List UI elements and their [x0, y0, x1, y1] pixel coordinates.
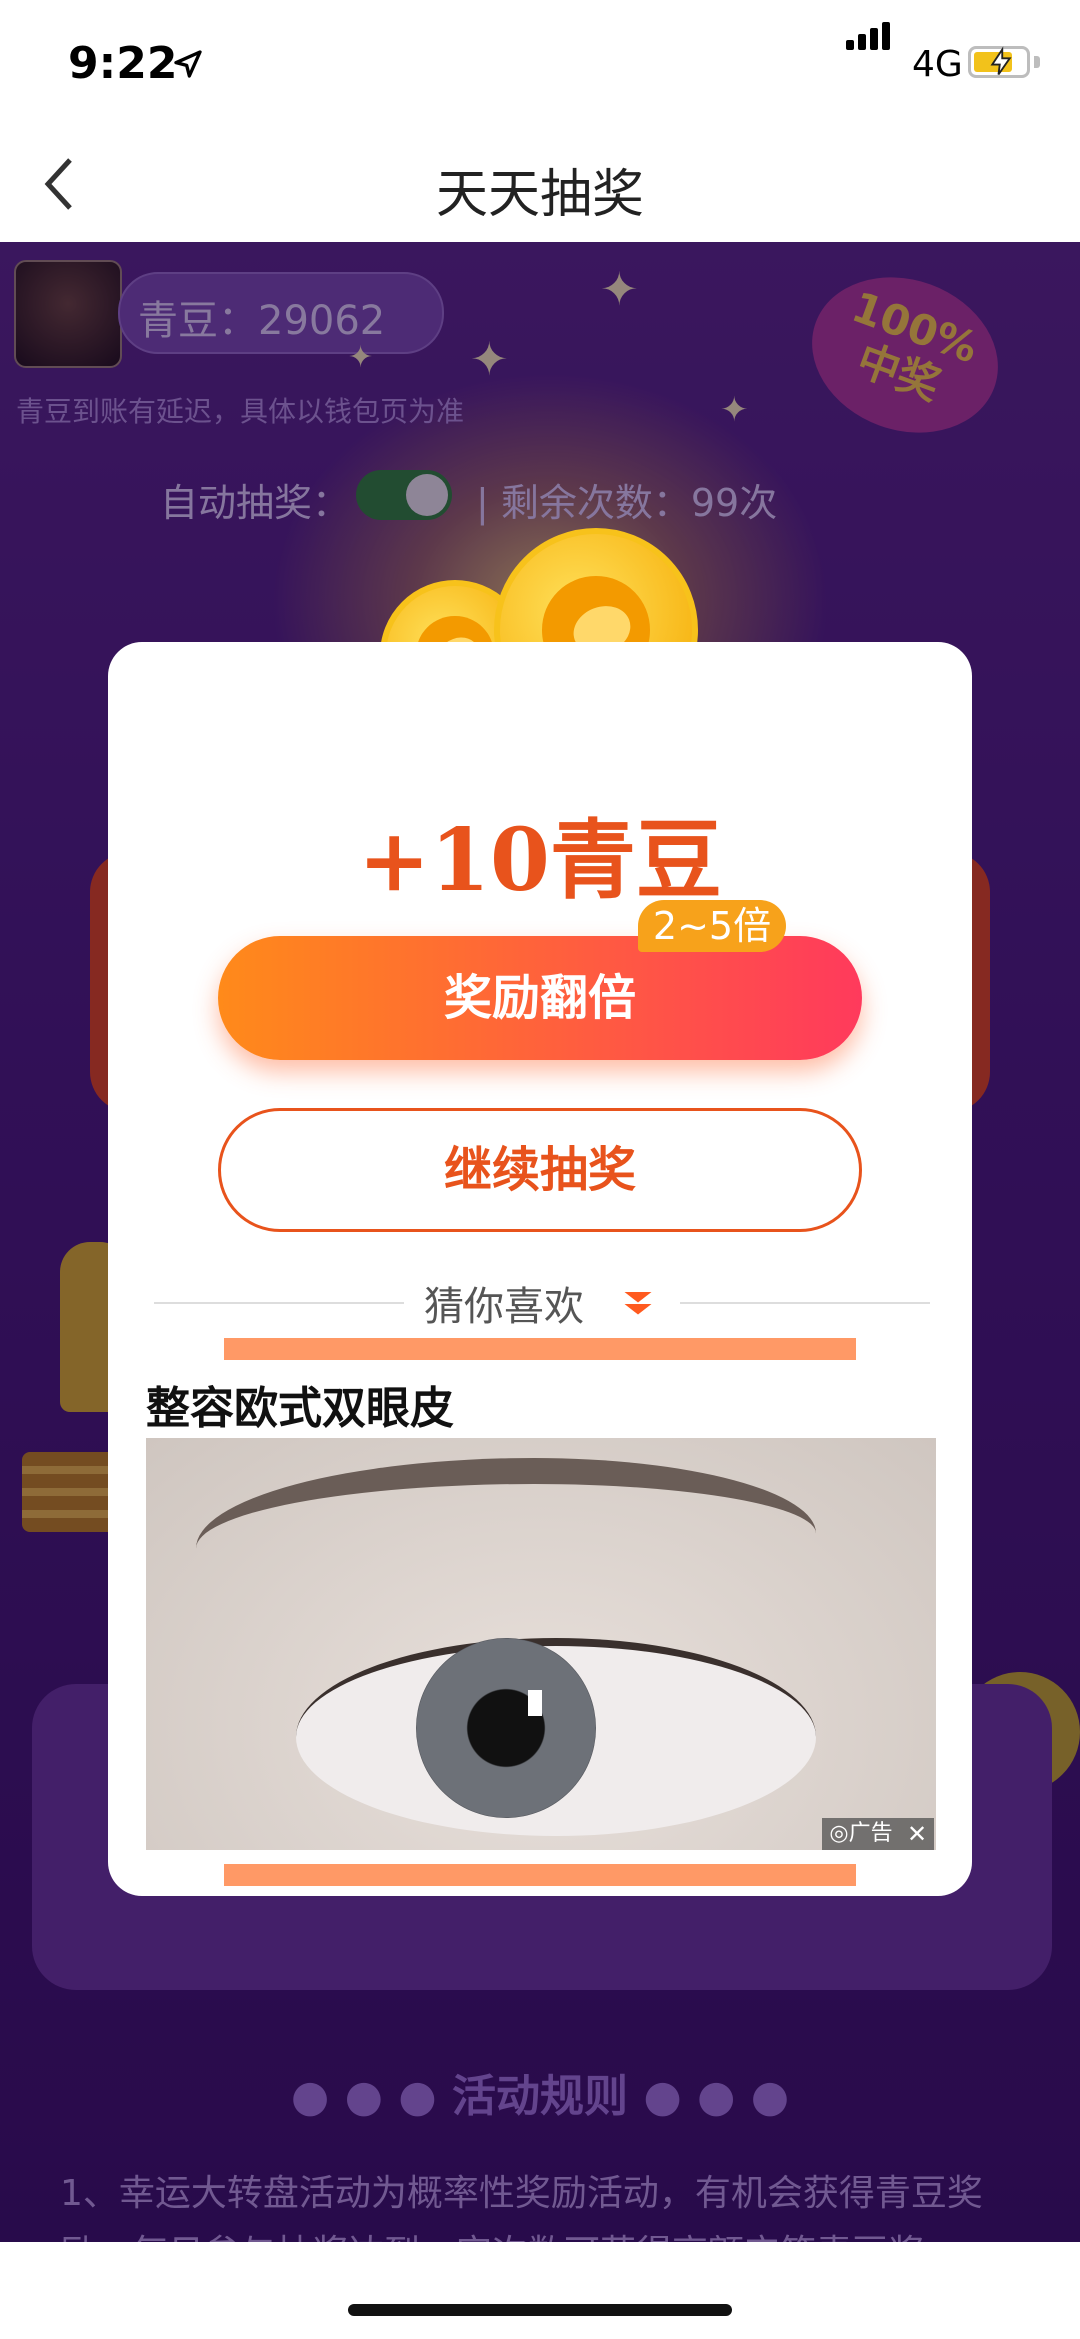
- ad-close-icon[interactable]: ✕: [900, 1818, 934, 1850]
- ad-image[interactable]: [146, 1438, 936, 1850]
- battery-tip: [1034, 56, 1040, 68]
- network-label: 4G: [912, 44, 963, 85]
- double-multiplier-badge: 2~5倍: [638, 900, 786, 952]
- home-area: [0, 2242, 1080, 2339]
- bolt-icon: [990, 46, 1012, 76]
- reward-amount: +10青豆: [358, 810, 722, 911]
- nav-bar: 天天抽奖: [0, 130, 1080, 243]
- double-reward-button[interactable]: 奖励翻倍: [218, 936, 862, 1060]
- page-title: 天天抽奖: [435, 165, 644, 225]
- ad-bar: [224, 1864, 856, 1886]
- reward-modal: +10青豆 奖励翻倍 2~5倍 继续抽奖 猜你喜欢 整容欧式双眼皮 ◎广告 ✕: [108, 642, 972, 1896]
- guess-you-like-label: 猜你喜欢: [424, 1284, 584, 1330]
- double-chevron-down-icon: [624, 1292, 652, 1315]
- divider: [154, 1302, 404, 1304]
- ad-tag: ◎广告: [822, 1818, 900, 1850]
- home-indicator[interactable]: [348, 2304, 732, 2316]
- divider: [680, 1302, 930, 1304]
- ad-tag-text: 广告: [848, 1821, 893, 1846]
- status-bar: 9:22 4G: [0, 0, 1080, 130]
- status-time: 9:22: [68, 38, 178, 89]
- location-arrow-icon: [174, 50, 202, 78]
- ad-bar: [224, 1338, 856, 1360]
- continue-draw-button[interactable]: 继续抽奖: [218, 1108, 862, 1232]
- ad-title[interactable]: 整容欧式双眼皮: [146, 1372, 454, 1436]
